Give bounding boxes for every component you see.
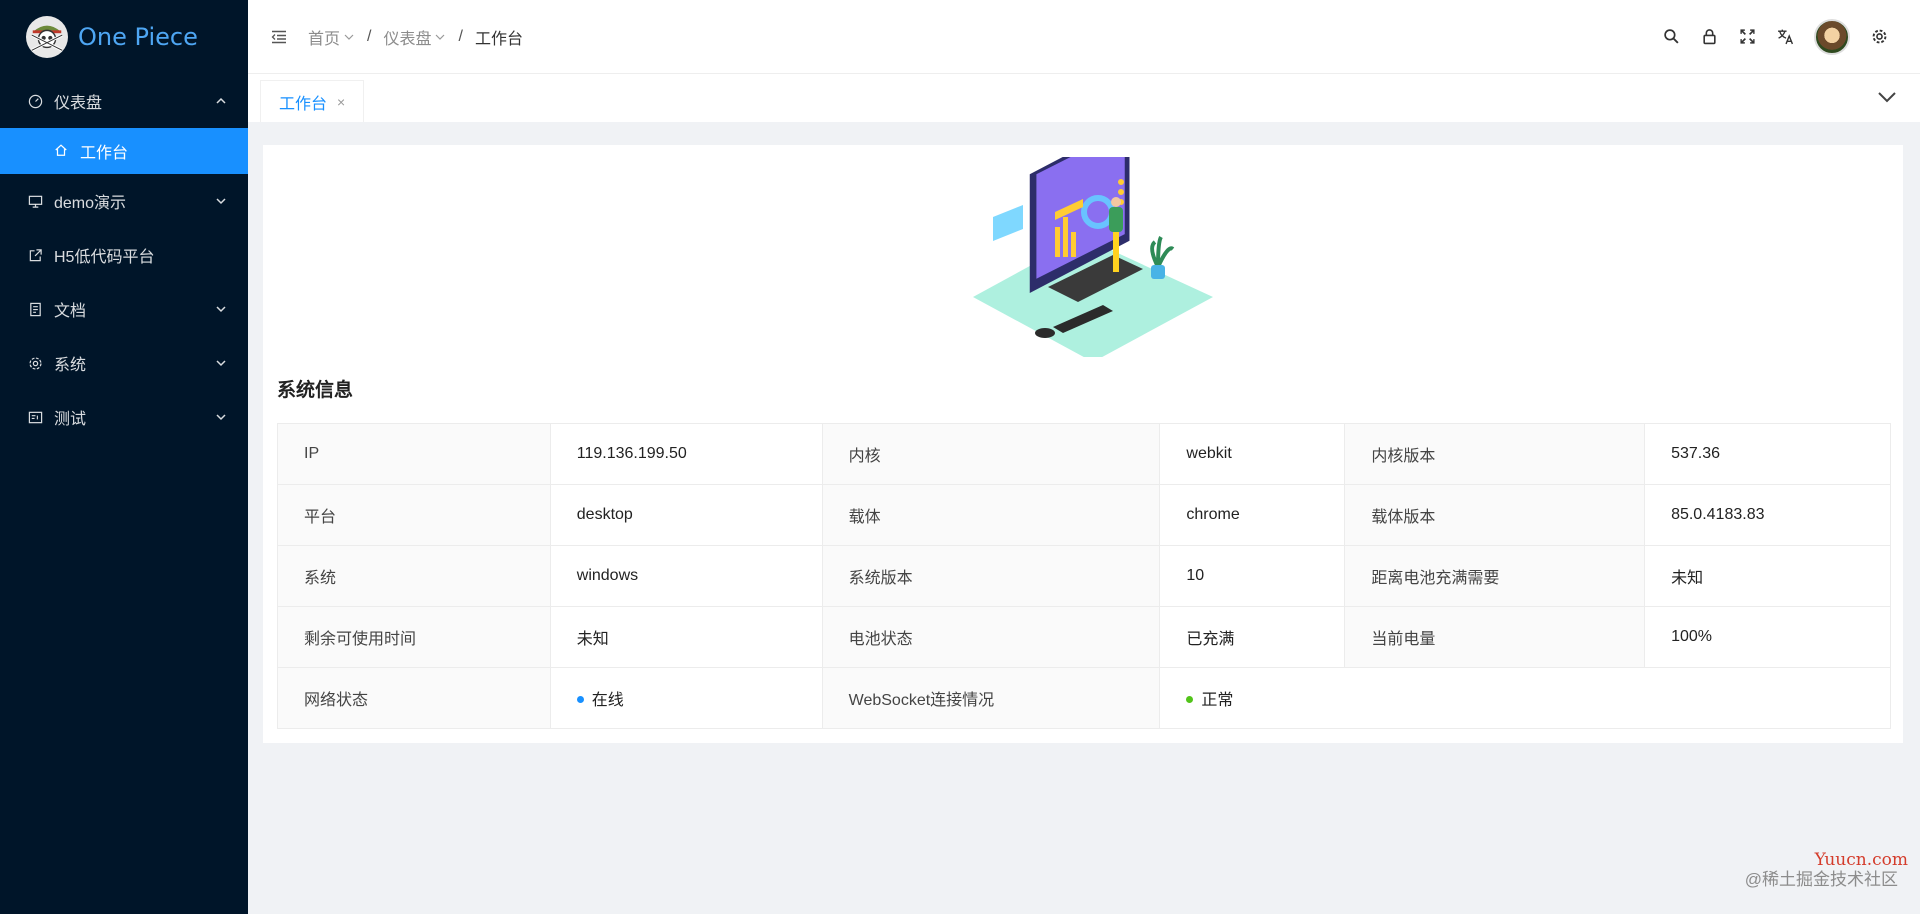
external-link-icon — [26, 246, 44, 264]
sidebar-item-docs[interactable]: 文档 — [0, 282, 248, 336]
status-text: 在线 — [591, 692, 624, 709]
desktop-icon — [26, 192, 44, 210]
info-label: 内核版本 — [1344, 423, 1646, 485]
info-label: 内核 — [821, 423, 1161, 485]
table-row: 平台 desktop 载体 chrome 载体版本 85.0.4183.83 — [277, 484, 1891, 546]
dashboard-icon — [26, 92, 44, 110]
breadcrumb-current: 工作台 — [474, 30, 523, 48]
breadcrumb-separator: / — [367, 27, 372, 45]
breadcrumb: 首页 / 仪表盘 / 工作台 — [308, 25, 523, 49]
info-label: 载体 — [821, 484, 1161, 546]
info-value: desktop — [549, 484, 823, 546]
tabs-dropdown-icon[interactable] — [1876, 86, 1898, 108]
status-dot — [576, 696, 584, 704]
network-status: 在线 — [549, 667, 823, 729]
sidebar-item-label: demo演示 — [54, 195, 127, 212]
chevron-down-icon — [436, 34, 445, 40]
info-value: 100% — [1644, 606, 1891, 668]
chevron-down-icon — [216, 198, 226, 205]
tab-label: 工作台 — [279, 95, 328, 113]
watermark-community: @稀土掘金技术社区 — [1744, 870, 1898, 889]
search-icon[interactable] — [1652, 18, 1690, 56]
info-value: 未知 — [1644, 545, 1891, 607]
sidebar-item-demo[interactable]: demo演示 — [0, 174, 248, 228]
tab-workbench[interactable]: 工作台 × — [260, 80, 365, 122]
info-value: 未知 — [549, 606, 823, 668]
info-label: 剩余可使用时间 — [277, 606, 551, 668]
table-row: IP 119.136.199.50 内核 webkit 内核版本 537.36 — [277, 423, 1891, 485]
info-label: 电池状态 — [821, 606, 1161, 668]
chevron-down-icon — [344, 34, 354, 40]
workbench-card: 系统信息 IP 119.136.199.50 内核 webkit 内核版本 53… — [263, 145, 1903, 743]
header-actions — [1652, 18, 1920, 56]
avatar[interactable] — [1814, 18, 1850, 55]
info-value: 已充满 — [1159, 606, 1346, 668]
sidebar-item-label: 工作台 — [80, 145, 129, 162]
tabs-bar: 工作台 × — [248, 74, 1920, 122]
sidebar-item-test[interactable]: 测试 — [0, 390, 248, 444]
sidebar-item-label: 文档 — [54, 303, 87, 320]
close-icon[interactable]: × — [337, 94, 345, 110]
sidebar-item-label: 仪表盘 — [54, 95, 103, 112]
info-label: 系统版本 — [821, 545, 1161, 607]
document-icon — [26, 300, 44, 318]
info-label: 当前电量 — [1344, 606, 1646, 668]
menu-fold-icon[interactable] — [268, 26, 290, 48]
info-value: 10 — [1159, 545, 1346, 607]
info-label: IP — [277, 423, 551, 485]
chevron-down-icon — [216, 306, 226, 313]
status-dot — [1186, 696, 1194, 704]
dashboard-submenu: 工作台 — [0, 128, 248, 174]
app-title: One Piece — [78, 23, 198, 51]
info-label: 系统 — [277, 545, 551, 607]
table-row: 系统 windows 系统版本 10 距离电池充满需要 未知 — [277, 545, 1891, 607]
settings-icon — [26, 354, 44, 372]
table-row: 剩余可使用时间 未知 电池状态 已充满 当前电量 100% — [277, 606, 1891, 668]
info-value: windows — [549, 545, 823, 607]
table-icon — [26, 408, 44, 426]
info-value: 119.136.199.50 — [549, 423, 823, 485]
chevron-down-icon — [216, 360, 226, 367]
sidebar-item-label: 测试 — [54, 411, 87, 428]
info-label: 平台 — [277, 484, 551, 546]
info-value: chrome — [1159, 484, 1346, 546]
breadcrumb-label: 首页 — [308, 30, 341, 48]
chevron-down-icon — [216, 414, 226, 421]
info-label: WebSocket连接情况 — [821, 667, 1161, 729]
system-info-title: 系统信息 — [277, 380, 354, 401]
info-value: 85.0.4183.83 — [1644, 484, 1891, 546]
info-label: 载体版本 — [1344, 484, 1646, 546]
translate-icon[interactable] — [1766, 18, 1804, 56]
workbench-illustration — [973, 157, 1213, 357]
info-value: 537.36 — [1644, 423, 1891, 485]
skull-logo-icon — [26, 16, 68, 58]
sidebar-item-label: H5低代码平台 — [54, 249, 155, 266]
info-value: webkit — [1159, 423, 1346, 485]
info-label: 网络状态 — [277, 667, 551, 729]
chevron-up-icon — [216, 97, 226, 104]
status-text: 正常 — [1201, 692, 1234, 709]
breadcrumb-dashboard[interactable]: 仪表盘 — [383, 25, 446, 49]
breadcrumb-home[interactable]: 首页 — [308, 25, 355, 49]
system-info-table: IP 119.136.199.50 内核 webkit 内核版本 537.36 … — [277, 423, 1891, 729]
sidebar: One Piece 仪表盘 工作台 demo演示 H5低代码平台 文档 系统 测… — [0, 0, 248, 914]
table-row: 网络状态 在线 WebSocket连接情况 正常 — [277, 667, 1891, 729]
websocket-status: 正常 — [1159, 667, 1891, 729]
gear-icon[interactable] — [1860, 18, 1898, 56]
info-label: 距离电池充满需要 — [1344, 545, 1646, 607]
lock-icon[interactable] — [1690, 18, 1728, 56]
logo[interactable]: One Piece — [0, 0, 248, 74]
sidebar-item-system[interactable]: 系统 — [0, 336, 248, 390]
breadcrumb-label: 仪表盘 — [383, 30, 432, 48]
home-icon — [54, 143, 70, 159]
top-header: 首页 / 仪表盘 / 工作台 — [248, 0, 1920, 74]
sidebar-item-h5-lowcode[interactable]: H5低代码平台 — [0, 228, 248, 282]
fullscreen-icon[interactable] — [1728, 18, 1766, 56]
sidebar-item-label: 系统 — [54, 357, 87, 374]
sidebar-item-dashboard[interactable]: 仪表盘 — [0, 74, 248, 128]
breadcrumb-separator: / — [458, 27, 463, 45]
sidebar-item-workbench[interactable]: 工作台 — [0, 128, 248, 174]
